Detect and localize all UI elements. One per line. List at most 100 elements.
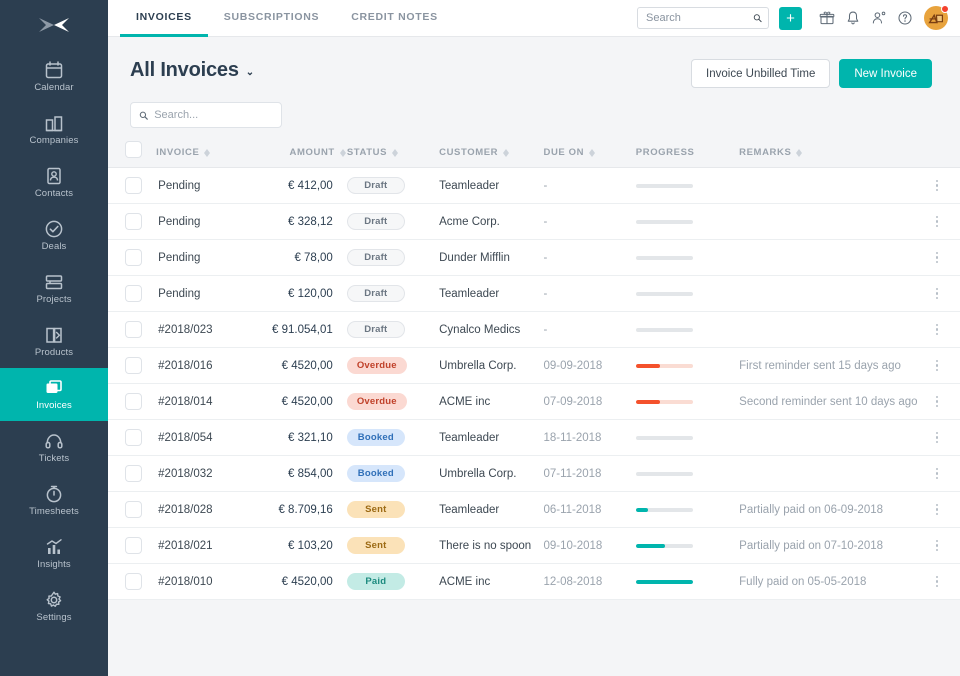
sidebar-item-settings[interactable]: Settings [0,580,108,633]
row-menu-icon[interactable] [930,322,944,338]
cell-due-on: - [543,179,548,192]
row-menu-icon[interactable] [930,214,944,230]
table-head: INVOICE AMOUNT STATUS CUSTOMER DUE ON PROGRES… [108,141,960,168]
column-header-amount[interactable]: AMOUNT [256,141,347,168]
tab-subscriptions[interactable]: SUBSCRIPTIONS [208,0,335,37]
sort-icon[interactable] [796,148,803,158]
cell-remarks [739,276,930,312]
table-row[interactable]: #2018/010 € 4520,00 Paid ACME inc 12-08-2018… [108,563,960,600]
sidebar-item-insights[interactable]: Insights [0,527,108,580]
row-checkbox[interactable] [125,321,142,338]
table-row[interactable]: #2018/023 € 91.054,01 Draft Cynalco Medics - [108,311,960,348]
sidebar-item-label: Tickets [38,453,70,465]
row-checkbox[interactable] [125,501,142,518]
app-logo[interactable] [0,0,108,50]
sidebar-item-products[interactable]: Products [0,315,108,368]
cell-customer: ACME inc [439,575,491,588]
sidebar-item-label: Deals [41,241,67,253]
list-search[interactable] [130,102,282,128]
row-menu-icon[interactable] [930,430,944,446]
table-row[interactable]: Pending € 78,00 Draft Dunder Mifflin - [108,239,960,276]
sidebar-item-calendar[interactable]: Calendar [0,50,108,103]
row-checkbox[interactable] [125,393,142,410]
row-menu-icon[interactable] [930,574,944,590]
row-menu-icon[interactable] [930,502,944,518]
cell-invoice: Pending [158,251,201,264]
select-all-header [108,141,157,168]
column-header-status[interactable]: STATUS [346,141,440,168]
row-menu-icon[interactable] [930,538,944,554]
sidebar-item-companies[interactable]: Companies [0,103,108,156]
row-checkbox[interactable] [125,429,142,446]
sort-icon[interactable] [392,148,399,158]
cell-status: Sent [346,492,439,528]
top-bar-right: + [637,0,949,36]
row-checkbox[interactable] [125,573,142,590]
row-checkbox[interactable] [125,285,142,302]
sort-icon[interactable] [204,148,211,158]
row-menu-icon[interactable] [930,466,944,482]
gift-icon[interactable] [814,5,840,31]
row-menu-icon[interactable] [930,394,944,410]
sort-icon[interactable] [503,148,510,158]
cell-status: Draft [346,168,439,204]
table-row[interactable]: #2018/032 € 854,00 Booked Umbrella Corp. 07-… [108,455,960,492]
row-menu-icon[interactable] [930,250,944,266]
sidebar-item-timesheets[interactable]: Timesheets [0,474,108,527]
tab-credit-notes[interactable]: CREDIT NOTES [335,0,454,37]
row-checkbox[interactable] [125,249,142,266]
row-checkbox[interactable] [125,537,142,554]
table-row[interactable]: #2018/028 € 8.709,16 Sent Teamleader 06-11-2… [108,491,960,528]
cell-amount: € 4520,00 [281,575,333,588]
sidebar-item-label: Timesheets [29,506,79,518]
cell-customer: Teamleader [439,431,500,444]
sidebar-item-contacts[interactable]: Contacts [0,156,108,209]
row-checkbox[interactable] [125,357,142,374]
new-invoice-button[interactable]: New Invoice [839,59,932,88]
help-icon[interactable] [892,5,918,31]
cell-progress [635,168,739,204]
table-row[interactable]: #2018/021 € 103,20 Sent There is no spoon 09… [108,527,960,564]
row-checkbox[interactable] [125,177,142,194]
quick-add-button[interactable]: + [779,6,802,30]
row-menu-icon[interactable] [930,178,944,194]
column-header-remarks[interactable]: REMARKS [739,141,930,168]
cell-actions [930,276,960,312]
invoice-unbilled-time-button[interactable]: Invoice Unbilled Time [691,59,831,88]
chevron-down-icon[interactable]: ⌄ [246,67,254,78]
status-badge: Sent [346,501,405,518]
bell-icon[interactable] [840,5,866,31]
sidebar-item-projects[interactable]: Projects [0,262,108,315]
column-header-customer[interactable]: CUSTOMER [439,141,544,168]
row-menu-icon[interactable] [930,286,944,302]
global-search[interactable] [637,7,769,29]
page-title[interactable]: All Invoices ⌄ [130,59,254,82]
select-all-checkbox[interactable] [125,141,142,158]
progress-bar [635,363,693,368]
table-row[interactable]: #2018/054 € 321,10 Booked Teamleader 18-11-2… [108,419,960,456]
list-search-input[interactable] [154,109,273,121]
table-row[interactable]: Pending € 328,12 Draft Acme Corp. - [108,203,960,240]
row-checkbox[interactable] [125,213,142,230]
sidebar-item-deals[interactable]: Deals [0,209,108,262]
table-row[interactable]: Pending € 120,00 Draft Teamleader - [108,275,960,312]
sort-icon[interactable] [339,148,347,158]
people-icon[interactable] [866,5,892,31]
cell-amount: € 4520,00 [281,395,333,408]
sidebar-item-invoices[interactable]: Invoices [0,368,108,421]
user-avatar[interactable] [924,5,949,30]
global-search-input[interactable] [646,12,753,24]
tab-invoices[interactable]: INVOICES [120,0,208,37]
sort-icon[interactable] [589,148,596,158]
row-menu-icon[interactable] [930,358,944,374]
table-row[interactable]: #2018/016 € 4520,00 Overdue Umbrella Corp. 0… [108,347,960,384]
column-header-invoice[interactable]: INVOICE [156,141,257,168]
row-checkbox[interactable] [125,465,142,482]
table-row[interactable]: #2018/014 € 4520,00 Overdue ACME inc 07-09-2… [108,383,960,420]
cell-actions [930,240,960,276]
sidebar-item-tickets[interactable]: Tickets [0,421,108,474]
cell-customer: Teamleader [439,503,500,516]
table-row[interactable]: Pending € 412,00 Draft Teamleader - [108,167,960,204]
column-header-due-on[interactable]: DUE ON [543,141,636,168]
cell-invoice: #2018/032 [158,467,213,480]
